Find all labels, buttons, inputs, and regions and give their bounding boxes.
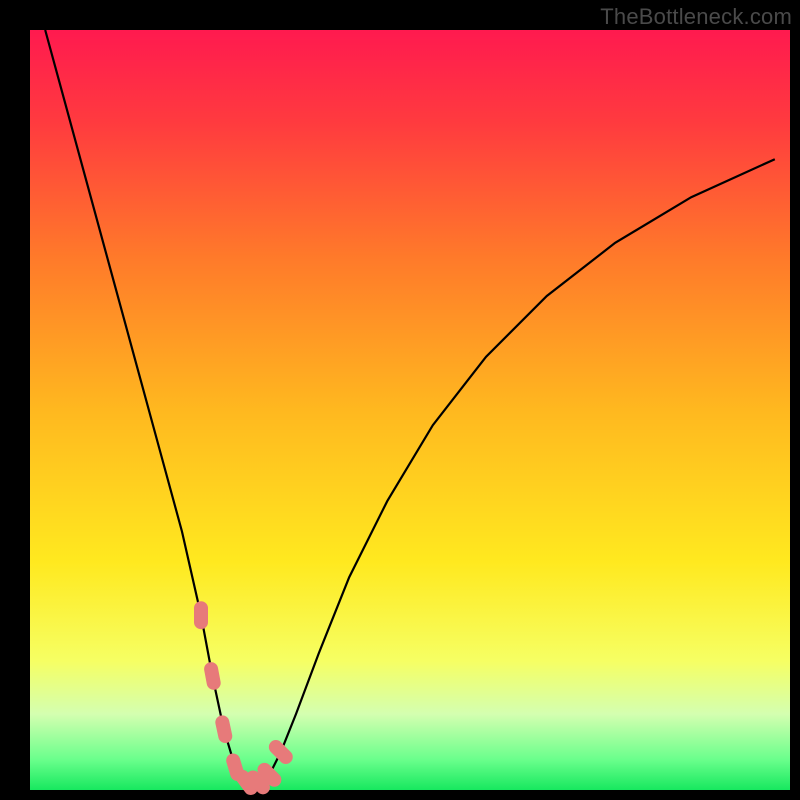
chart-container: TheBottleneck.com [0,0,800,800]
marker-point [194,601,208,629]
watermark-text: TheBottleneck.com [600,4,792,30]
bottleneck-chart [0,0,800,800]
plot-background [30,30,790,790]
